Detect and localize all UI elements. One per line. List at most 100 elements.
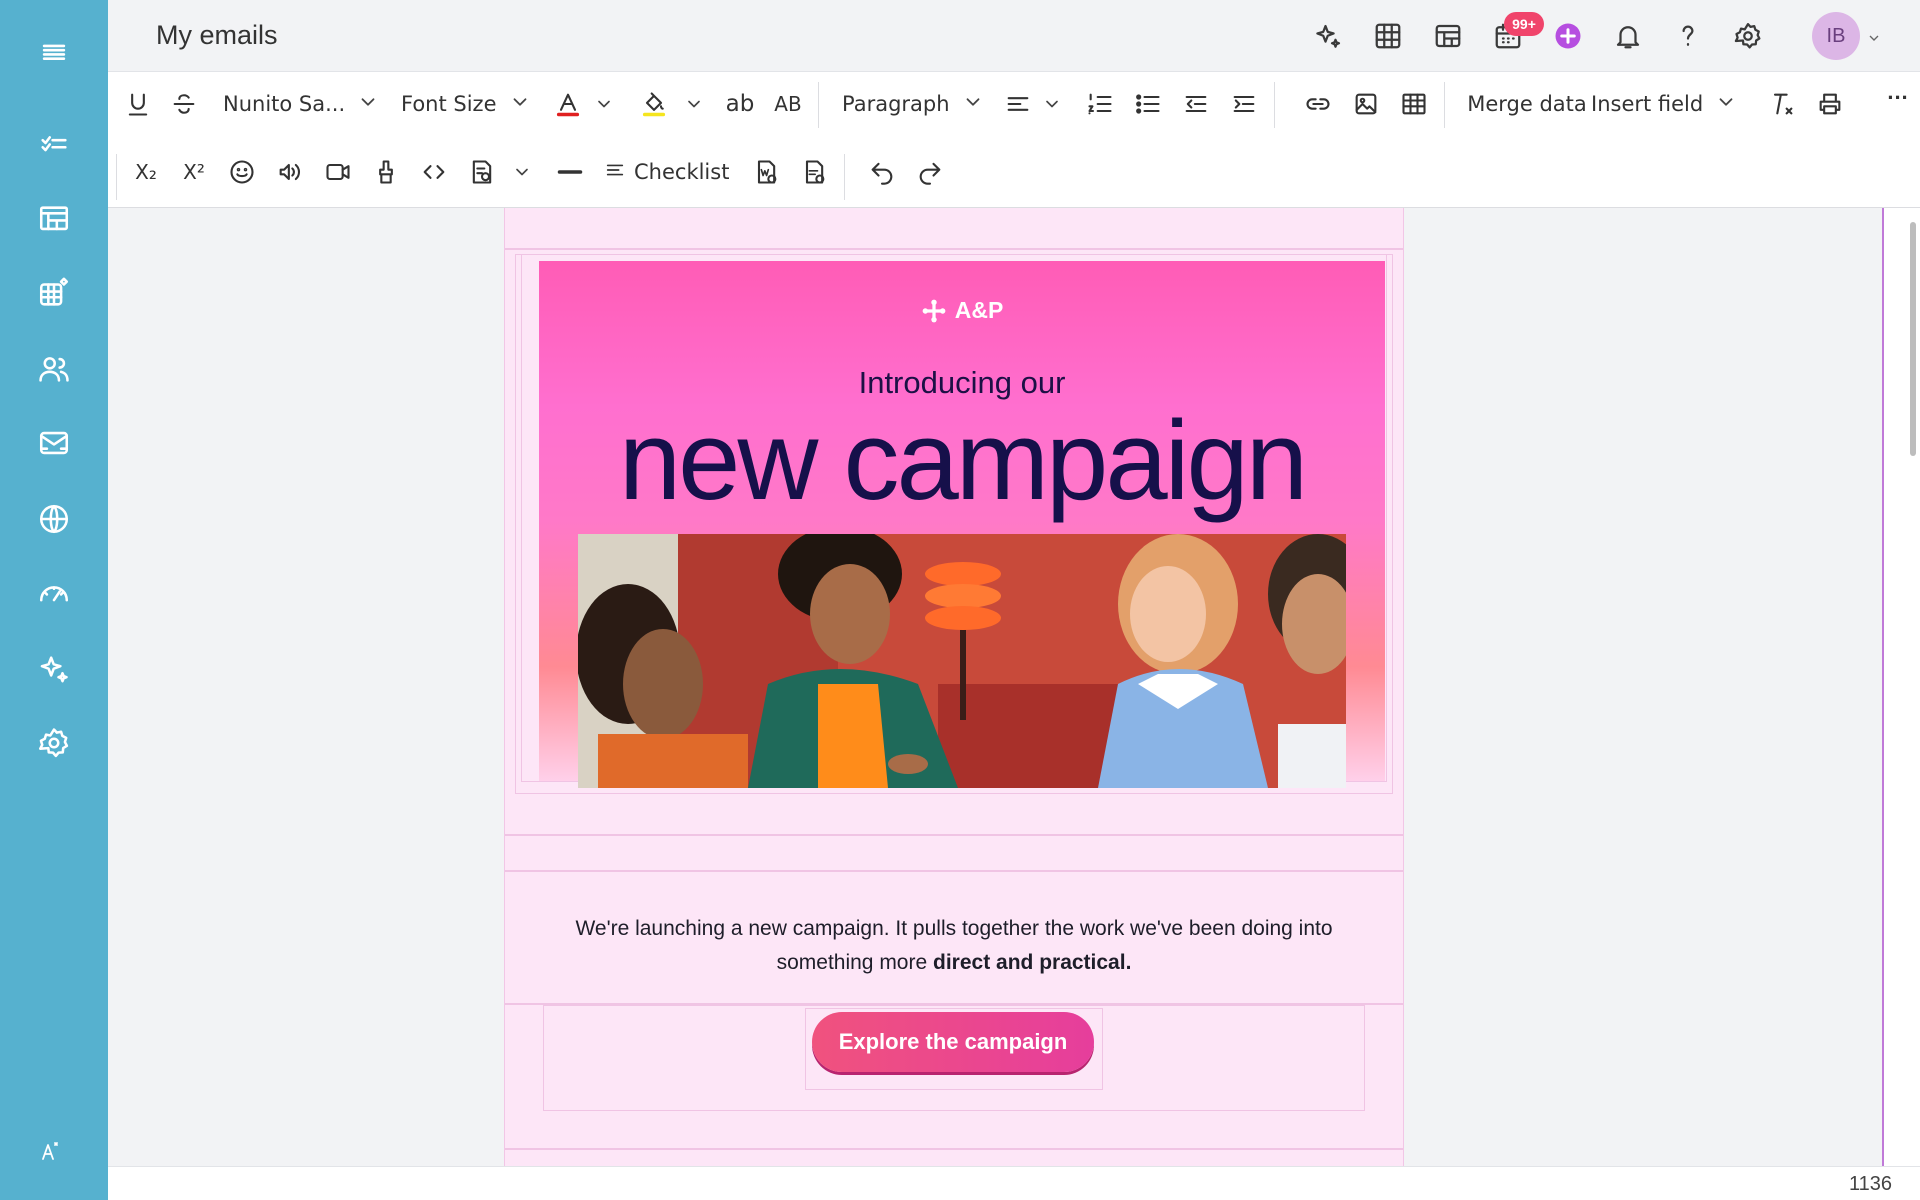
undo-icon[interactable] [862, 152, 902, 192]
notification-badge: 99+ [1504, 12, 1544, 36]
print-icon[interactable] [1810, 84, 1850, 124]
bell-icon[interactable] [1605, 13, 1651, 59]
clear-format-icon[interactable] [1762, 84, 1802, 124]
chevron-down-icon [509, 91, 531, 118]
hero-headline: new campaign [618, 398, 1308, 523]
paragraph-select[interactable]: Paragraph [842, 84, 984, 124]
outdent-icon[interactable] [1176, 84, 1216, 124]
uppercase-button[interactable]: AB [768, 84, 808, 124]
block-divider [505, 248, 1403, 250]
add-icon[interactable] [1545, 13, 1591, 59]
font-size-value: Font Size [401, 92, 497, 116]
word-count: 1136 [1848, 1173, 1892, 1195]
image-icon[interactable] [1346, 84, 1386, 124]
subscript-label: X₂ [135, 160, 157, 184]
lowercase-button[interactable]: ab [720, 84, 760, 124]
dashboard-icon[interactable] [1425, 13, 1471, 59]
scrollbar-thumb[interactable] [1910, 222, 1916, 456]
uppercase-label: AB [774, 92, 802, 116]
redo-icon[interactable] [910, 152, 950, 192]
email-body-text[interactable]: We're launching a new campaign. It pulls… [544, 912, 1364, 980]
template-icon[interactable] [462, 152, 502, 192]
indent-icon[interactable] [1224, 84, 1264, 124]
block-divider [505, 870, 1403, 872]
emoji-icon[interactable] [222, 152, 262, 192]
chevron-down-icon [357, 91, 379, 118]
data-grid-icon[interactable] [27, 266, 81, 320]
ai-sparkle-icon[interactable] [27, 642, 81, 696]
email-icon[interactable] [27, 416, 81, 470]
bullet-list-icon[interactable] [1128, 84, 1168, 124]
numbered-list-icon[interactable] [1080, 84, 1120, 124]
export-pdf-icon[interactable] [794, 152, 834, 192]
checklist-label: Checklist [634, 160, 730, 184]
merge-data-button[interactable]: Merge data [1452, 84, 1602, 124]
insert-field-select[interactable]: Insert field [1591, 84, 1737, 124]
audio-icon[interactable] [270, 152, 310, 192]
chevron-down-icon [1715, 91, 1737, 118]
align-left-icon[interactable] [998, 84, 1038, 124]
font-family-value: Nunito Sa... [223, 92, 346, 116]
hero-photo [578, 534, 1346, 788]
explore-campaign-button[interactable]: Explore the campaign [812, 1012, 1094, 1072]
highlight-icon[interactable] [634, 84, 674, 124]
globe-icon[interactable] [27, 492, 81, 546]
chevron-down-icon[interactable] [1038, 84, 1066, 124]
settings-icon[interactable] [1725, 13, 1771, 59]
grid-icon[interactable] [1365, 13, 1411, 59]
checklist-icon [604, 159, 626, 186]
status-bar: 1136 [108, 1166, 1920, 1200]
tasks-icon[interactable] [27, 116, 81, 170]
contacts-icon[interactable] [27, 342, 81, 396]
toolbar-divider [116, 154, 117, 200]
chevron-down-icon[interactable] [680, 84, 708, 124]
superscript-label: X² [183, 160, 205, 184]
format-painter-icon[interactable] [366, 152, 406, 192]
toolbar-divider [1274, 82, 1275, 128]
lowercase-label: ab [725, 91, 755, 117]
editor-toolbar: Nunito Sa... Font Size ab AB Paragraph M… [108, 72, 1920, 208]
page-title: My emails [156, 20, 278, 50]
table-icon[interactable] [1394, 84, 1434, 124]
left-nav-rail [0, 0, 108, 1200]
hero-banner[interactable]: A&P Introducing our new campaign [539, 261, 1385, 788]
link-icon[interactable] [1298, 84, 1338, 124]
block-divider [505, 1148, 1403, 1150]
avatar[interactable]: IB [1812, 12, 1860, 60]
chevron-down-icon[interactable] [590, 84, 618, 124]
toolbar-divider [1444, 82, 1445, 128]
chevron-down-icon[interactable] [508, 152, 536, 192]
settings-icon[interactable] [27, 716, 81, 770]
speedometer-icon[interactable] [27, 566, 81, 620]
brand-name: A&P [954, 297, 1004, 323]
more-options-button[interactable]: ... [1878, 72, 1918, 112]
help-icon[interactable] [1665, 13, 1711, 59]
strikethrough-icon[interactable] [164, 84, 204, 124]
dashboard-icon[interactable] [27, 192, 81, 246]
import-word-icon[interactable] [746, 152, 786, 192]
superscript-button[interactable]: X² [174, 152, 214, 192]
team-meeting-photo [578, 534, 1346, 788]
text-color-icon[interactable] [548, 84, 588, 124]
brand-logo: A&P [539, 297, 1385, 324]
merge-data-label: Merge data [1467, 92, 1587, 116]
brand-mark-icon [922, 299, 946, 322]
menu-icon[interactable] [27, 26, 81, 80]
video-icon[interactable] [318, 152, 358, 192]
paragraph-value: Paragraph [842, 92, 950, 116]
body-text-bold: direct and practical. [933, 951, 1132, 974]
accessibility-icon[interactable] [23, 1124, 77, 1178]
checklist-button[interactable]: Checklist [604, 152, 729, 192]
subscript-button[interactable]: X₂ [126, 152, 166, 192]
hero-intro-text: Introducing our [858, 365, 1066, 400]
font-size-select[interactable]: Font Size [401, 84, 531, 124]
chevron-down-icon[interactable] [1866, 30, 1882, 46]
horizontal-rule-icon[interactable] [550, 152, 590, 192]
code-icon[interactable] [414, 152, 454, 192]
chevron-down-icon [962, 91, 984, 118]
ai-sparkle-icon[interactable] [1305, 13, 1351, 59]
block-divider [505, 834, 1403, 836]
font-family-select[interactable]: Nunito Sa... [223, 84, 379, 124]
insert-field-label: Insert field [1591, 92, 1704, 116]
underline-icon[interactable] [118, 84, 158, 124]
